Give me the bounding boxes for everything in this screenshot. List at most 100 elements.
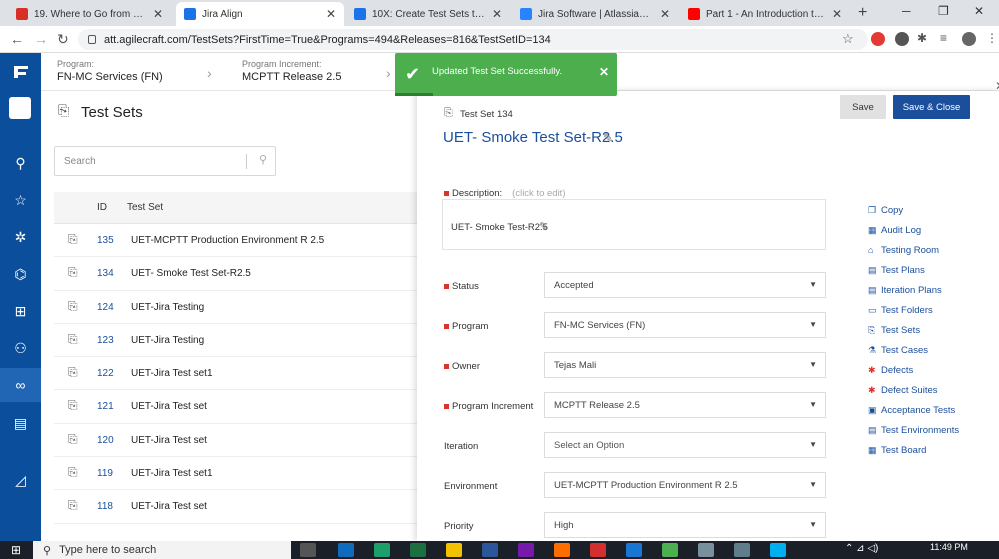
link-defect-suites[interactable]: ✱ Defect Suites [868, 380, 959, 400]
link-iteration-plans[interactable]: ▤ Iteration Plans [868, 280, 959, 300]
word-icon[interactable] [482, 543, 498, 557]
link-acceptance-tests[interactable]: ▣ Acceptance Tests [868, 400, 959, 420]
task-view-icon[interactable] [300, 543, 316, 557]
edit-pencil-icon[interactable]: ✎ [603, 131, 613, 145]
avatar[interactable] [9, 97, 31, 119]
browser-tab-1[interactable]: Jira Align ✕ [176, 2, 344, 26]
media-icon[interactable]: ≡ [940, 31, 947, 45]
column-header-test-set[interactable]: Test Set [127, 202, 163, 213]
link-defects[interactable]: ✱ Defects [868, 360, 959, 380]
close-toast-icon[interactable]: ✕ [599, 65, 609, 79]
edge-icon[interactable] [374, 543, 390, 557]
browser-tab-4[interactable]: Part 1 - An Introduction to Jen ✕ [680, 2, 850, 26]
minimize-icon[interactable]: ─ [902, 4, 911, 18]
table-row[interactable]: ⎘ 121 UET-Jira Test set [54, 390, 417, 424]
link-copy[interactable]: ❐ Copy [868, 200, 959, 220]
puzzle-icon[interactable]: ✱ [917, 31, 927, 45]
description-hint[interactable]: (click to edit) [512, 188, 565, 199]
link-test-folders[interactable]: ▭ Test Folders [868, 300, 959, 320]
excel-icon[interactable] [410, 543, 426, 557]
opera-icon[interactable] [590, 543, 606, 557]
link-test-sets[interactable]: ⎘ Test Sets [868, 320, 959, 340]
system-tray-icons[interactable]: ⌃ ⊿ ◁) [845, 543, 878, 554]
taskbar-search-input[interactable]: ⚲ Type here to search [33, 541, 291, 559]
onenote-icon[interactable] [518, 543, 534, 557]
tab-close-icon[interactable]: ✕ [326, 7, 336, 21]
table-row[interactable]: ⎘ 135 UET-MCPTT Production Environment R 2… [54, 224, 417, 258]
table-row[interactable]: ⎘ 134 UET- Smoke Test Set-R2.5 [54, 257, 417, 291]
iteration-select[interactable]: Select an Option ▼ [544, 432, 826, 458]
breadcrumb-program[interactable]: Program: FN-MC Services (FN) [57, 59, 163, 83]
tab-close-icon[interactable]: ✕ [832, 7, 842, 21]
link-testing-room[interactable]: ⌂ Testing Room [868, 240, 959, 260]
back-icon[interactable]: ← [10, 31, 24, 47]
priority-select[interactable]: High ▼ [544, 512, 826, 538]
new-tab-icon[interactable]: + [858, 4, 867, 22]
maximize-icon[interactable]: ❐ [938, 4, 949, 18]
internet-explorer-icon[interactable] [626, 543, 642, 557]
firefox-icon[interactable] [554, 543, 570, 557]
extension-icon[interactable] [895, 32, 909, 46]
inbox-icon[interactable]: ▤ [0, 406, 41, 440]
windows-start-icon[interactable]: ⊞ [11, 543, 21, 557]
chrome-icon[interactable] [662, 543, 678, 557]
search-icon[interactable]: ⚲ [259, 153, 267, 166]
program-increment-select[interactable]: MCPTT Release 2.5 ▼ [544, 392, 826, 418]
dropdown-caret-icon: ▼ [809, 400, 817, 409]
link-test-cases[interactable]: ⚗ Test Cases [868, 340, 959, 360]
save-button[interactable]: Save [840, 95, 886, 119]
link-test-board[interactable]: ▦ Test Board [868, 440, 959, 460]
test-set-title[interactable]: UET- Smoke Test Set-R2.5 [443, 129, 623, 146]
description-field[interactable]: UET- Smoke Test-R2.5 ✎ [442, 199, 826, 250]
close-panel-icon[interactable]: ✕ [995, 79, 999, 93]
table-row[interactable]: ⎘ 119 UET-Jira Test set1 [54, 457, 417, 491]
tab-close-icon[interactable]: ✕ [153, 7, 163, 21]
clock[interactable]: 11:49 PM [930, 542, 968, 552]
owner-label-row: Owner [444, 361, 480, 372]
breadcrumb-program-increment[interactable]: Program Increment: MCPTT Release 2.5 [242, 59, 341, 83]
team-icon[interactable]: ⚇ [0, 331, 41, 365]
table-row[interactable]: ⎘ 124 UET-Jira Testing [54, 291, 417, 324]
url-field[interactable]: att.agilecraft.com/TestSets?FirstTime=Tr… [78, 29, 868, 50]
search-input[interactable]: Search ⚲ [54, 146, 276, 176]
link-test-environments[interactable]: ▤ Test Environments [868, 420, 959, 440]
menu-icon[interactable]: ⋮ [986, 31, 998, 45]
column-header-id[interactable]: ID [97, 202, 107, 213]
profile-icon[interactable] [962, 32, 976, 46]
save-and-close-button[interactable]: Save & Close [893, 95, 970, 119]
table-row[interactable]: ⎘ 122 UET-Jira Test set1 [54, 357, 417, 391]
skype-icon[interactable] [770, 543, 786, 557]
strategy-icon[interactable]: ✲ [0, 220, 41, 254]
browser-tab-0[interactable]: 19. Where to Go from Here - C ✕ [8, 2, 171, 26]
browser-tab-3[interactable]: Jira Software | Atlassian Comm ✕ [512, 2, 678, 26]
reload-icon[interactable]: ↻ [57, 31, 69, 48]
table-row[interactable]: ⎘ 120 UET-Jira Test set [54, 424, 417, 458]
photos-icon[interactable] [734, 543, 750, 557]
browser-tab-2[interactable]: 10X: Create Test Sets to Organ ✕ [346, 2, 510, 26]
link-audit-log[interactable]: ▦ Audit Log [868, 220, 959, 240]
link-test-plans[interactable]: ▤ Test Plans [868, 260, 959, 280]
forward-icon[interactable]: → [34, 31, 48, 47]
favorites-star-icon[interactable]: ☆ [0, 183, 41, 217]
reports-icon[interactable]: ◿ [0, 463, 41, 497]
status-select[interactable]: Accepted ▼ [544, 272, 826, 298]
edit-pencil-icon[interactable]: ✎ [539, 220, 548, 233]
tab-close-icon[interactable]: ✕ [492, 7, 502, 21]
program-select[interactable]: FN-MC Services (FN) ▼ [544, 312, 826, 338]
table-row[interactable]: ⎘ 118 UET-Jira Test set [54, 490, 417, 524]
program-icon[interactable]: ∞ [0, 368, 41, 402]
environment-select[interactable]: UET-MCPTT Production Environment R 2.5 ▼ [544, 472, 826, 498]
outlook-icon[interactable] [338, 543, 354, 557]
tab-close-icon[interactable]: ✕ [660, 7, 670, 21]
adblock-icon[interactable] [871, 32, 885, 46]
table-row[interactable]: ⎘ 123 UET-Jira Testing [54, 324, 417, 358]
hierarchy-icon[interactable]: ⌬ [0, 257, 41, 291]
portfolio-icon[interactable]: ⊞ [0, 294, 41, 328]
notepad-icon[interactable] [698, 543, 714, 557]
bookmark-star-icon[interactable]: ☆ [842, 31, 854, 47]
file-explorer-icon[interactable] [446, 543, 462, 557]
window-close-icon[interactable]: ✕ [974, 4, 984, 18]
search-icon[interactable]: ⚲ [0, 146, 41, 180]
jira-align-logo-icon[interactable] [0, 55, 41, 89]
owner-select[interactable]: Tejas Mali ▼ [544, 352, 826, 378]
